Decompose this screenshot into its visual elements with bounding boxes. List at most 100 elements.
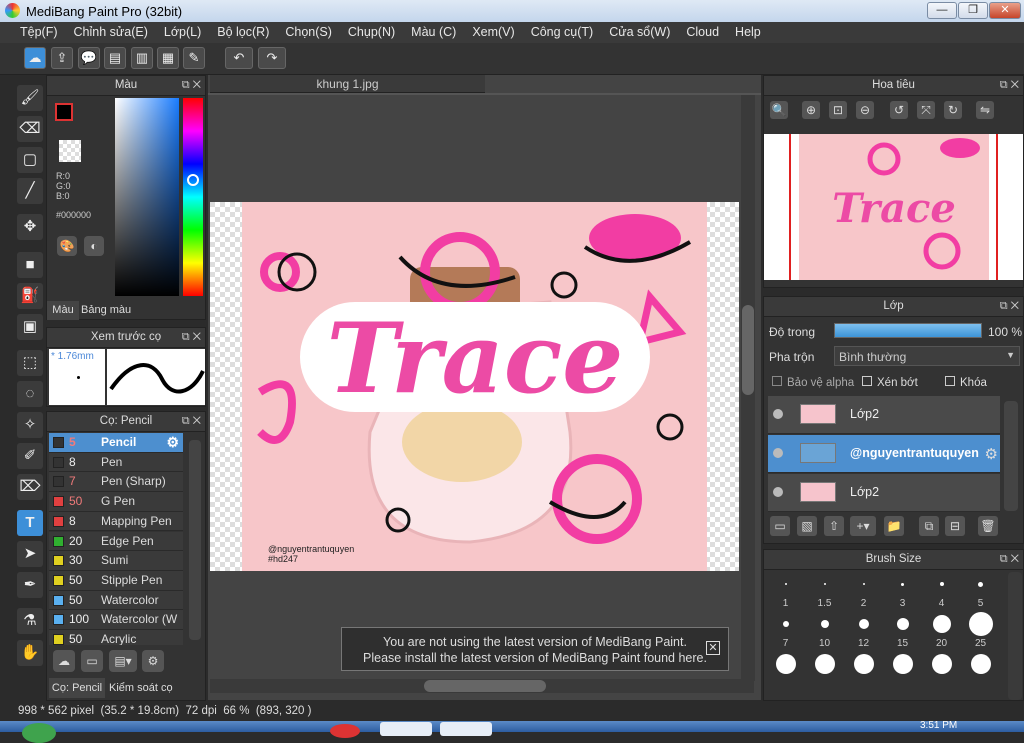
magic-wand-tool-icon[interactable]: ✧ <box>17 412 43 438</box>
tab-color[interactable]: Màu <box>47 301 79 320</box>
minimize-button[interactable]: — <box>927 2 957 19</box>
saturation-value-field[interactable] <box>115 98 179 296</box>
add-layer-menu-icon[interactable]: +▾ <box>850 516 876 536</box>
fit-icon[interactable]: ⊡ <box>829 101 847 119</box>
page-icon[interactable]: ▥ <box>131 47 153 69</box>
menu-layer[interactable]: Lớp(L) <box>156 22 209 43</box>
foreground-color-swatch[interactable] <box>55 103 73 121</box>
brush-item[interactable]: 30 Sumi <box>49 551 183 571</box>
share-icon[interactable]: ⇪ <box>51 47 73 69</box>
gear-icon[interactable]: ⚙ <box>166 433 179 452</box>
clipping-option[interactable]: Xén bớt <box>862 376 918 389</box>
brush-item[interactable]: 8 Mapping Pen <box>49 511 183 532</box>
menu-color[interactable]: Màu (C) <box>403 22 464 43</box>
horizontal-scrollbar[interactable] <box>210 679 754 693</box>
menu-view[interactable]: Xem(V) <box>464 22 522 43</box>
grid-icon[interactable]: ▦ <box>157 47 179 69</box>
visibility-icon[interactable] <box>773 409 783 419</box>
brush-size-option[interactable]: 7 <box>766 612 805 652</box>
brush-item[interactable]: 50 Watercolor <box>49 590 183 611</box>
brush-tool-icon[interactable]: 🖌 <box>17 85 43 111</box>
brush-size-option[interactable]: 20 <box>922 612 961 652</box>
menu-window[interactable]: Cửa sổ(W) <box>601 22 678 43</box>
edit-icon[interactable]: ✎ <box>183 47 205 69</box>
visibility-icon[interactable] <box>773 487 783 497</box>
hue-handle[interactable] <box>187 174 199 186</box>
panel-float-close-icon[interactable]: ⧉ ✕ <box>1000 297 1019 316</box>
protect-alpha-option[interactable]: Bảo vệ alpha <box>772 376 854 389</box>
zoom-in-icon[interactable]: ⊕ <box>802 101 820 119</box>
brush-size-option[interactable]: 25 <box>961 612 1000 652</box>
operation-tool-icon[interactable]: ➤ <box>17 541 43 567</box>
panel-float-close-icon[interactable]: ⧉ ✕ <box>1000 76 1019 95</box>
menu-tools[interactable]: Công cụ(T) <box>523 22 602 43</box>
start-button-icon[interactable] <box>22 723 56 743</box>
brush-size-option[interactable] <box>883 652 922 692</box>
text-tool-icon[interactable]: T <box>17 510 43 536</box>
menu-edit[interactable]: Chỉnh sửa(E) <box>66 22 156 43</box>
lasso-tool-icon[interactable]: ◌ <box>17 381 43 407</box>
brush-item[interactable]: 7 Pen (Sharp) <box>49 472 183 493</box>
document-tab[interactable]: khung 1.jpg <box>210 75 485 93</box>
brush-size-option[interactable]: 4 <box>922 572 961 612</box>
hand-tool-icon[interactable]: ✋ <box>17 640 43 666</box>
zoom-out-icon[interactable]: ⊖ <box>856 101 874 119</box>
brush-item[interactable]: 5 Pencil ⚙ <box>49 433 183 453</box>
brush-size-option[interactable] <box>922 652 961 692</box>
flip-icon[interactable]: ⇋ <box>976 101 994 119</box>
redo-icon[interactable]: ↷ <box>258 47 286 69</box>
palette-icon[interactable]: 🎨 <box>57 236 77 256</box>
folder-icon[interactable]: 📁 <box>884 516 904 536</box>
brush-size-option[interactable]: 2 <box>844 572 883 612</box>
download-brush-icon[interactable]: ☁ <box>53 650 75 672</box>
menu-cloud[interactable]: Cloud <box>678 22 727 43</box>
brush-size-option[interactable] <box>844 652 883 692</box>
brush-size-option[interactable]: 10 <box>805 612 844 652</box>
brush-size-option[interactable]: 5 <box>961 572 1000 612</box>
taskbar-app-icon[interactable] <box>330 724 360 738</box>
taskbar-app-icon[interactable] <box>380 722 432 736</box>
menu-select[interactable]: Chọn(S) <box>277 22 340 43</box>
import-layer-icon[interactable]: ⇧ <box>824 516 844 536</box>
menu-snap[interactable]: Chụp(N) <box>340 22 403 43</box>
color-picker-icon[interactable]: ◐ <box>84 236 104 256</box>
checkbox[interactable] <box>945 376 955 386</box>
brush-item[interactable]: 100 Watercolor (W <box>49 610 183 630</box>
brush-size-option[interactable]: 1.5 <box>805 572 844 612</box>
eraser-tool-icon[interactable]: ⌫ <box>17 116 43 142</box>
brush-settings-icon[interactable]: ⚙ <box>142 650 164 672</box>
brush-size-option[interactable]: 15 <box>883 612 922 652</box>
note-icon[interactable]: ▤ <box>104 47 126 69</box>
fill-rect-tool-icon[interactable]: ■ <box>17 252 43 278</box>
layers-scrollbar[interactable] <box>1004 401 1018 511</box>
comment-icon[interactable]: 💬 <box>78 47 100 69</box>
brush-list-scrollbar[interactable] <box>189 440 201 640</box>
brush-size-option[interactable] <box>961 652 1000 692</box>
checkbox[interactable] <box>772 376 782 386</box>
menu-file[interactable]: Tệp(F) <box>12 22 66 43</box>
reset-view-icon[interactable]: ⤧ <box>917 101 935 119</box>
brush-item[interactable]: 50 Acrylic <box>49 630 183 645</box>
maximize-button[interactable]: ❐ <box>958 2 988 19</box>
brush-size-option[interactable]: 1 <box>766 572 805 612</box>
rectangle-tool-icon[interactable]: ▢ <box>17 147 43 173</box>
vertical-scrollbar[interactable] <box>741 95 755 681</box>
merge-layer-icon[interactable]: ⊟ <box>945 516 965 536</box>
select-pen-tool-icon[interactable]: ✐ <box>17 443 43 469</box>
line-tool-icon[interactable]: ╱ <box>17 178 43 204</box>
brush-size-option[interactable]: 3 <box>883 572 922 612</box>
panel-float-close-icon[interactable]: ⧉ ✕ <box>182 412 201 431</box>
artwork-canvas[interactable]: Trace @nguyentrantuquyen #hd247 <box>210 202 739 571</box>
eyedropper-tool-icon[interactable]: ✒ <box>17 572 43 598</box>
dropper-tool-icon[interactable]: ⚗ <box>17 608 43 634</box>
zoom-icon[interactable]: 🔍 <box>770 101 788 119</box>
brush-item[interactable]: 50 Stipple Pen <box>49 570 183 591</box>
panel-float-close-icon[interactable]: ⧉ ✕ <box>1000 550 1019 569</box>
brush-item[interactable]: 50 G Pen <box>49 492 183 512</box>
checkbox[interactable] <box>862 376 872 386</box>
layer-item[interactable]: Lớp2 <box>768 474 1000 512</box>
brush-item[interactable]: 8 Pen <box>49 452 183 473</box>
layer-item[interactable]: Lớp2 <box>768 396 1000 434</box>
brush-size-option[interactable] <box>766 652 805 692</box>
new-layer-icon[interactable]: ▭ <box>770 516 790 536</box>
